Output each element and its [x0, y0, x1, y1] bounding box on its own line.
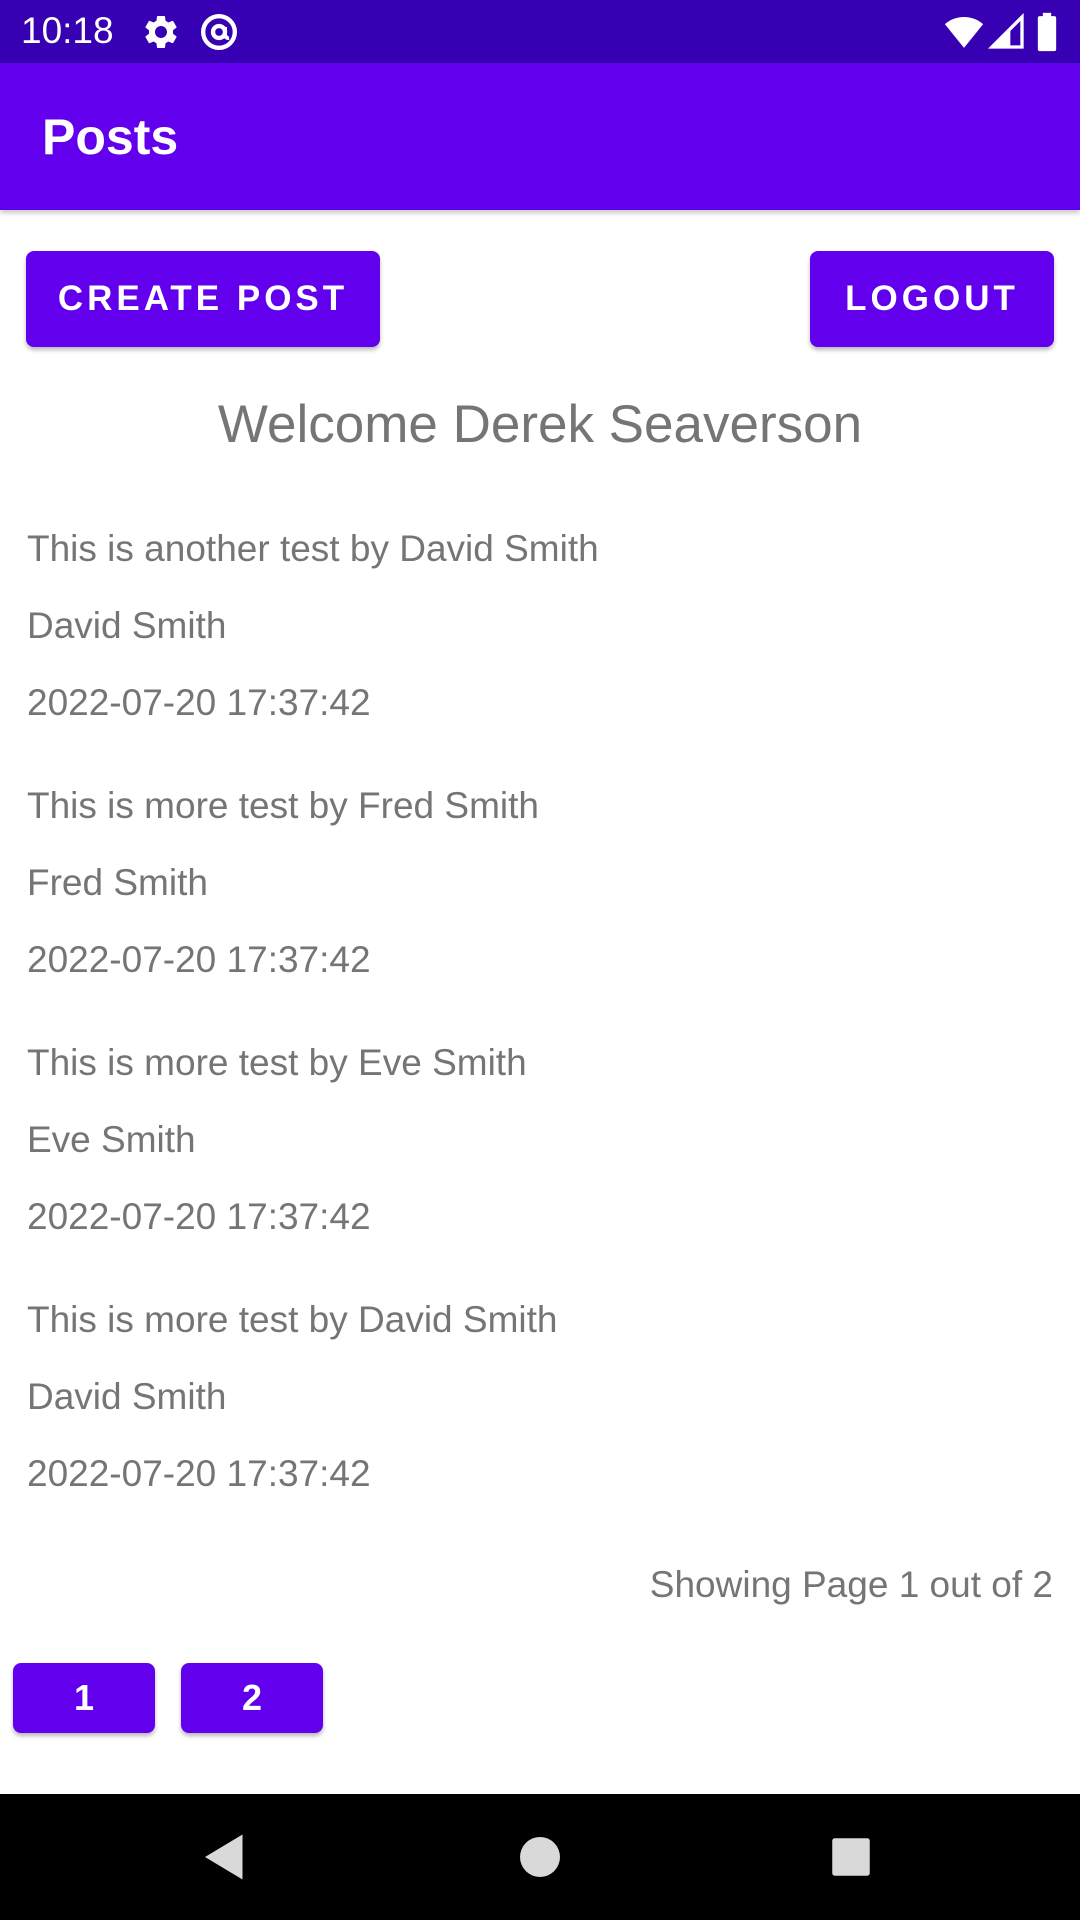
create-post-button[interactable]: CREATE POST: [26, 251, 380, 347]
post-content: This is another test by David Smith: [27, 528, 599, 569]
gear-icon: [141, 12, 181, 52]
status-time: 10:18: [21, 10, 114, 51]
nav-bar: [0, 1794, 1080, 1920]
battery-icon: [1035, 12, 1059, 52]
status-bar: 10:18: [0, 0, 1080, 63]
recents-icon[interactable]: [821, 1827, 881, 1887]
post-author: David Smith: [27, 1376, 227, 1417]
post-content: This is more test by David Smith: [27, 1299, 558, 1340]
signal-icon: [987, 12, 1027, 52]
post-list: This is another test by David Smith Davi…: [27, 510, 1027, 1538]
post-author: Eve Smith: [27, 1119, 196, 1160]
app-title: Posts: [42, 109, 179, 165]
logout-button[interactable]: LOGOUT: [810, 251, 1054, 347]
post-item[interactable]: This is more test by Eve Smith Eve Smith…: [27, 1024, 1027, 1281]
post-timestamp: 2022-07-20 17:37:42: [27, 939, 371, 980]
post-author: Fred Smith: [27, 862, 208, 903]
post-timestamp: 2022-07-20 17:37:42: [27, 1196, 371, 1237]
post-timestamp: 2022-07-20 17:37:42: [27, 682, 371, 723]
post-content: This is more test by Eve Smith: [27, 1042, 527, 1083]
at-sign-icon: [199, 12, 239, 52]
post-content: This is more test by Fred Smith: [27, 785, 539, 826]
home-icon[interactable]: [510, 1827, 570, 1887]
welcome-text: Welcome Derek Seaverson: [217, 395, 863, 454]
page-1-button[interactable]: 1: [13, 1663, 155, 1733]
post-timestamp: 2022-07-20 17:37:42: [27, 1453, 371, 1494]
back-icon[interactable]: [195, 1827, 255, 1887]
post-item[interactable]: This is more test by Fred Smith Fred Smi…: [27, 767, 1027, 1024]
post-item[interactable]: This is another test by David Smith Davi…: [27, 510, 1027, 767]
post-author: David Smith: [27, 605, 227, 646]
page-status-text: Showing Page 1 out of 2: [649, 1564, 1053, 1605]
post-item[interactable]: This is more test by David Smith David S…: [27, 1281, 1027, 1538]
screen: 10:18 Posts CREATE POST LOGOUT Welcome D…: [0, 0, 1080, 1920]
app-bar: Posts: [0, 63, 1080, 210]
wifi-icon: [942, 12, 986, 52]
page-2-button[interactable]: 2: [181, 1663, 323, 1733]
